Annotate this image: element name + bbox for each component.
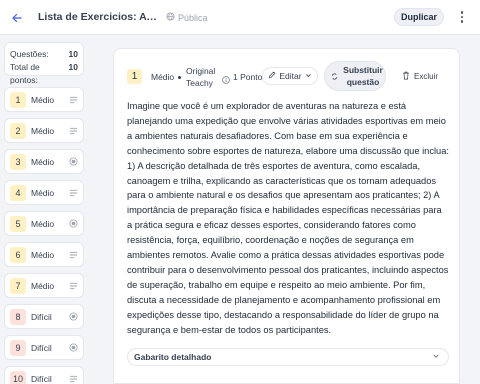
radio-icon [68, 157, 78, 167]
back-arrow-icon[interactable] [8, 9, 26, 27]
chevron-down-icon [305, 71, 312, 81]
question-number-badge: 1 [10, 91, 26, 108]
trash-icon [402, 71, 410, 82]
replace-question-button[interactable]: Substituir questão [324, 61, 386, 91]
difficulty-label: Médio [31, 280, 55, 291]
difficulty-label: Médio [31, 94, 55, 105]
question-number-badge: 10 [10, 370, 26, 384]
question-number-badge: 1 [127, 69, 142, 84]
lines-icon [68, 250, 78, 260]
answer-key-label: Gabarito detalhado [134, 352, 212, 362]
source-label: Original Teachy [186, 66, 216, 88]
edit-label: Editar [279, 71, 302, 81]
separator-dot [178, 76, 181, 79]
difficulty-label: Difícil [31, 311, 52, 322]
difficulty-label: Médio [31, 125, 55, 136]
questions-count-value: 10 [68, 49, 78, 59]
difficulty-label: Médio [31, 218, 55, 229]
delete-button[interactable]: Excluir [402, 71, 438, 82]
answer-key-dropdown[interactable]: Gabarito detalhado [127, 348, 449, 366]
radio-icon [68, 219, 78, 229]
question-list-item[interactable]: 7 Médio [4, 273, 84, 298]
lines-icon [68, 188, 78, 198]
difficulty-label: Difícil [31, 342, 52, 353]
difficulty-label: Médio [151, 72, 175, 82]
question-number-badge: 2 [10, 122, 26, 139]
question-card: 1 Médio Original Teachy 1 Ponto Editar S… [113, 48, 460, 384]
question-number-badge: 8 [10, 308, 26, 325]
chevron-down-icon [432, 352, 440, 362]
total-points-value: 10 [68, 62, 78, 72]
summary-card: Questões: 10 Total de pontos: 10 [4, 42, 84, 85]
difficulty-label: Médio [31, 187, 55, 198]
radio-icon [68, 343, 78, 353]
info-icon[interactable] [222, 71, 230, 89]
delete-label: Excluir [414, 72, 439, 81]
question-list-item[interactable]: 8 Difícil [4, 304, 84, 329]
question-number-badge: 7 [10, 277, 26, 294]
question-list-item[interactable]: 6 Médio [4, 242, 84, 267]
total-points-label: Total de pontos: [10, 62, 40, 85]
question-number-badge: 3 [10, 153, 26, 170]
duplicate-button[interactable]: Duplicar [394, 8, 444, 26]
swap-icon [332, 72, 337, 80]
pencil-icon [268, 71, 276, 81]
lines-icon [68, 281, 78, 291]
difficulty-label: Médio [31, 156, 55, 167]
question-number-badge: 5 [10, 215, 26, 232]
visibility-indicator: Pública [166, 12, 208, 23]
radio-icon [68, 312, 78, 322]
lines-icon [68, 126, 78, 136]
question-list-item[interactable]: 2 Médio [4, 118, 84, 143]
top-bar: Lista de Exercicios: Avaliação... Públic… [0, 0, 480, 35]
more-options-icon[interactable] [455, 9, 469, 25]
question-list-item[interactable]: 3 Médio [4, 149, 84, 174]
edit-dropdown[interactable]: Editar [262, 67, 318, 85]
page-title: Lista de Exercicios: Avaliação... [38, 11, 158, 23]
question-list-item[interactable]: 9 Difícil [4, 335, 84, 360]
globe-icon [166, 12, 175, 23]
question-number-badge: 9 [10, 339, 26, 356]
questions-count-label: Questões: [10, 49, 49, 59]
replace-question-label: Substituir questão [343, 65, 383, 87]
question-list-item[interactable]: 10 Difícil [4, 366, 84, 384]
question-list-item[interactable]: 5 Médio [4, 211, 84, 236]
question-list-item[interactable]: 1 Médio [4, 87, 84, 112]
question-statement: Imagine que você é um explorador de aven… [127, 101, 449, 335]
lines-icon [68, 95, 78, 105]
question-number-badge: 6 [10, 246, 26, 263]
visibility-label: Pública [178, 12, 208, 23]
question-number-badge: 4 [10, 184, 26, 201]
points-label: 1 Ponto [233, 72, 263, 82]
difficulty-label: Médio [31, 249, 55, 260]
question-list-item[interactable]: 4 Médio [4, 180, 84, 205]
difficulty-label: Difícil [31, 373, 52, 384]
lines-icon [68, 374, 78, 384]
